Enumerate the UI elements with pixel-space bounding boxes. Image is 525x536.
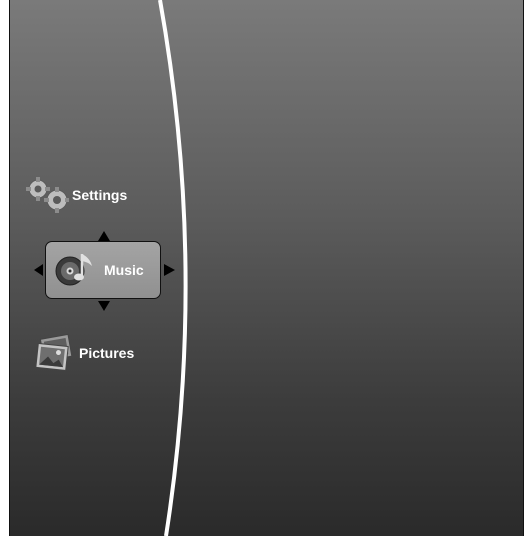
music-disc-icon <box>54 250 96 291</box>
menu-item-settings[interactable]: Settings <box>24 176 127 214</box>
menu-item-label: Pictures <box>79 345 135 361</box>
nav-down-arrow-icon[interactable] <box>98 301 110 311</box>
menu-item-label: Settings <box>72 187 128 203</box>
menu-item-label: Music <box>104 262 144 278</box>
media-menu-screen: Settings Music Pictures <box>9 0 524 536</box>
photos-icon <box>33 333 77 373</box>
nav-right-arrow-icon[interactable] <box>164 264 175 276</box>
menu-item-music[interactable]: Music <box>45 241 161 299</box>
menu-item-pictures[interactable]: Pictures <box>33 333 134 373</box>
gears-icon <box>24 176 70 214</box>
nav-left-arrow-icon[interactable] <box>34 264 43 276</box>
nav-up-arrow-icon[interactable] <box>98 231 110 241</box>
